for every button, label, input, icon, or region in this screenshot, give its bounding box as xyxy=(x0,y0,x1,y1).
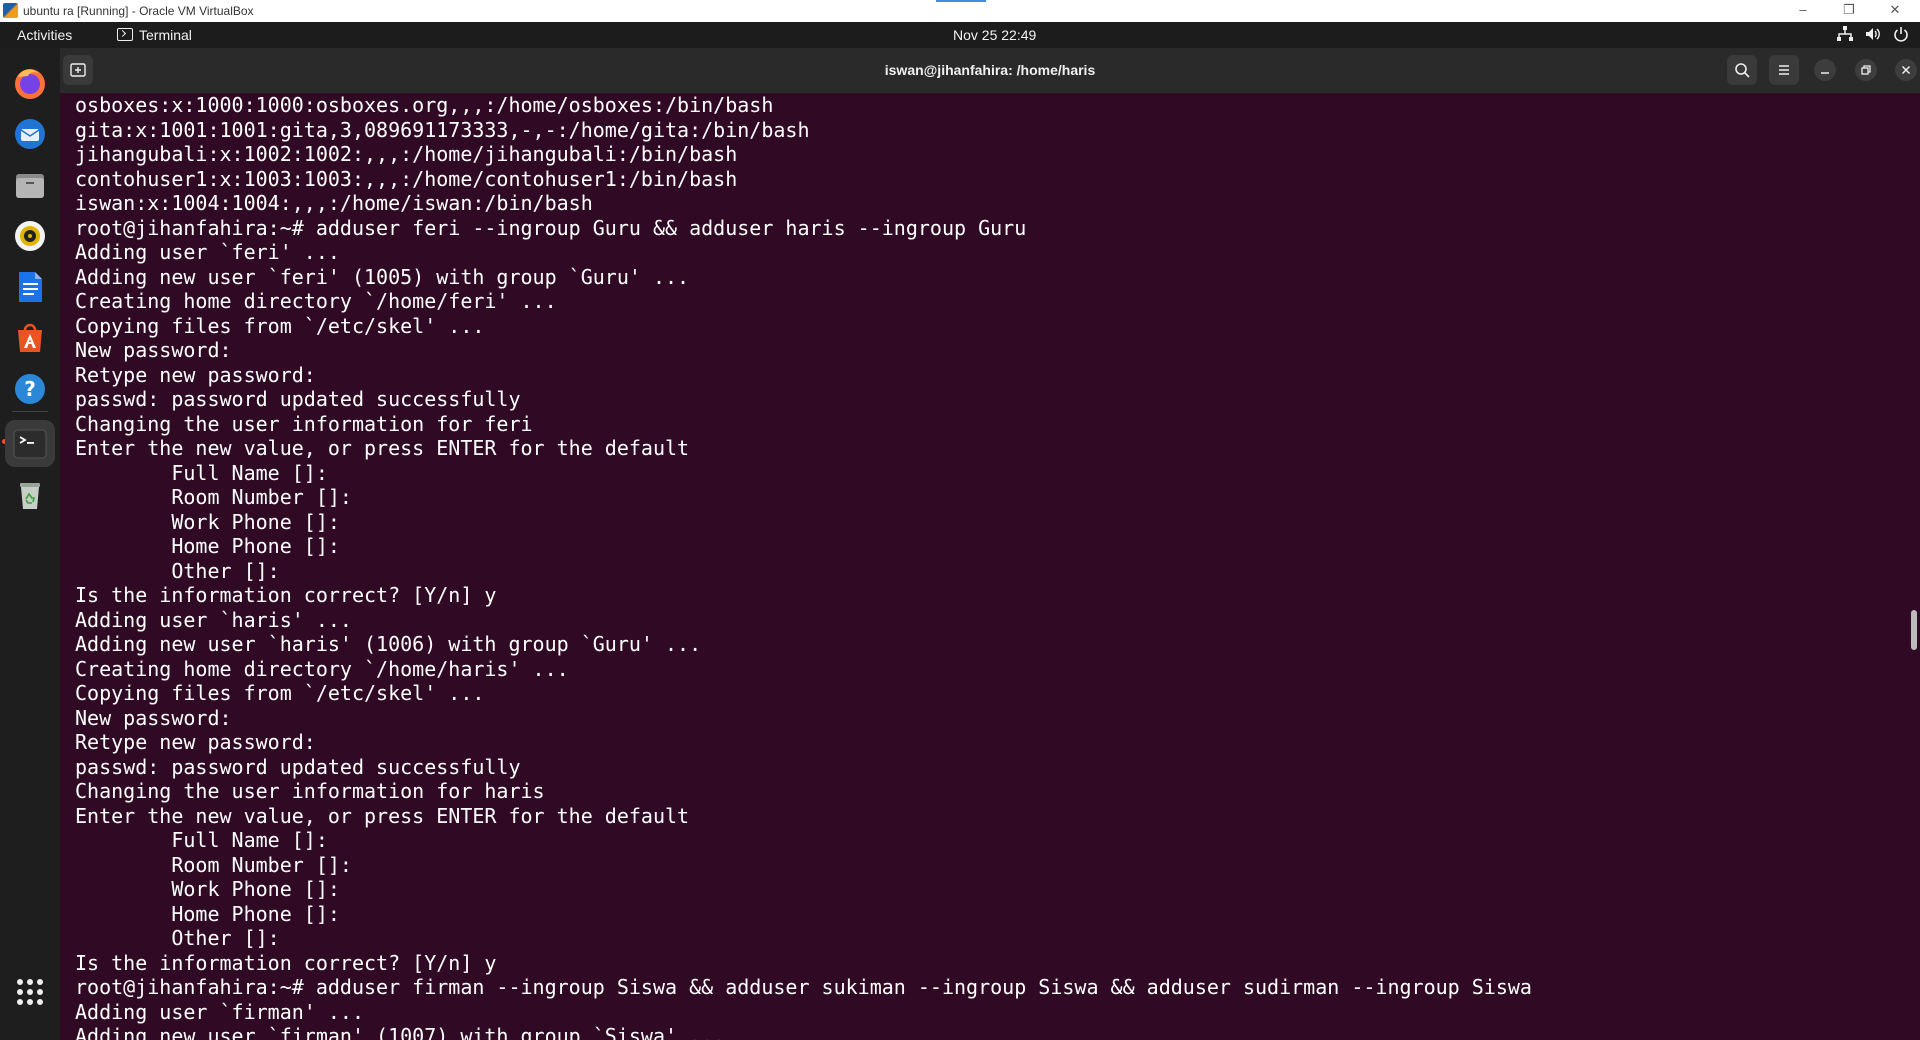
terminal-line: Adding user `haris' ... xyxy=(75,607,352,632)
terminal-line: Changing the user information for haris xyxy=(75,779,545,803)
network-icon xyxy=(1836,25,1854,43)
dock-terminal[interactable] xyxy=(5,420,55,467)
terminal-line: Other []: xyxy=(75,558,280,583)
dock: ? xyxy=(0,48,60,1040)
dock-firefox[interactable] xyxy=(8,61,52,105)
maximize-button[interactable] xyxy=(1855,59,1877,81)
terminal-line: Full Name []: xyxy=(75,828,328,852)
gnome-top-bar: Activities Terminal Nov 25 22:49 xyxy=(0,22,1920,48)
minimize-icon xyxy=(1821,72,1829,74)
dock-files[interactable] xyxy=(8,163,52,207)
search-button[interactable] xyxy=(1727,55,1757,85)
virtualbox-window-title: ubuntu ra [Running] - Oracle VM VirtualB… xyxy=(23,4,254,18)
system-tray[interactable] xyxy=(1836,25,1910,43)
dock-libreoffice-writer[interactable] xyxy=(8,265,52,309)
vbox-close-button[interactable]: ✕ xyxy=(1875,0,1915,22)
terminal-small-icon xyxy=(117,28,133,41)
terminal-line: Other []: xyxy=(75,926,280,950)
show-apps-icon xyxy=(17,979,43,1005)
terminal-line: Full Name []: xyxy=(75,460,328,485)
terminal-line: gita:x:1001:1001:gita,3,089691173333,-,-… xyxy=(75,117,810,142)
virtualbox-indicator xyxy=(936,0,986,2)
terminal-line: Copying files from `/etc/skel' ... xyxy=(75,313,485,338)
terminal-line: Creating home directory `/home/haris' ..… xyxy=(75,656,569,681)
firefox-icon xyxy=(15,69,45,99)
terminal-text: osboxes:x:1000:1000:osboxes.org,,,:/home… xyxy=(75,93,1532,1040)
dock-trash[interactable] xyxy=(8,473,52,517)
power-icon xyxy=(1892,25,1910,43)
close-button[interactable] xyxy=(1895,59,1917,81)
terminal-header-bar: iswan@jihanfahira: /home/haris xyxy=(60,48,1920,93)
terminal-output[interactable]: osboxes:x:1000:1000:osboxes.org,,,:/home… xyxy=(60,93,1920,1040)
terminal-window-title: iswan@jihanfahira: /home/haris xyxy=(884,62,1096,78)
terminal-line: Adding new user `feri' (1005) with group… xyxy=(75,264,690,289)
close-icon xyxy=(1901,65,1911,75)
svg-text:?: ? xyxy=(24,377,36,401)
terminal-line: Room Number []: xyxy=(75,485,352,509)
terminal-line: root@jihanfahira:~# adduser firman --ing… xyxy=(75,975,1532,999)
vbox-restore-button[interactable]: ❐ xyxy=(1829,0,1869,22)
terminal-line: Adding new user `haris' (1006) with grou… xyxy=(75,632,702,656)
terminal-line: Adding user `feri' ... xyxy=(75,240,340,264)
dock-show-apps[interactable] xyxy=(8,970,52,1014)
terminal-line: Enter the new value, or press ENTER for … xyxy=(75,436,690,460)
terminal-line: Home Phone []: xyxy=(75,534,340,558)
terminal-line: Room Number []: xyxy=(75,852,352,877)
vbox-minimize-button[interactable]: – xyxy=(1783,0,1823,22)
terminal-line: Is the information correct? [Y/n] y xyxy=(75,950,497,975)
terminal-line: Is the information correct? [Y/n] y xyxy=(75,583,497,607)
files-icon xyxy=(16,174,44,198)
terminal-line: Adding user `firman' ... xyxy=(75,999,364,1024)
terminal-line: jihangubali:x:1002:1002:,,,:/home/jihang… xyxy=(75,142,738,166)
dock-thunderbird[interactable] xyxy=(8,112,52,156)
help-icon: ? xyxy=(15,374,45,404)
terminal-line: contohuser1:x:1003:1003:,,,:/home/contoh… xyxy=(75,166,738,191)
terminal-line: osboxes:x:1000:1000:osboxes.org,,,:/home… xyxy=(75,93,774,117)
restore-icon xyxy=(1861,65,1871,75)
terminal-line: iswan:x:1004:1004:,,,:/home/iswan:/bin/b… xyxy=(75,191,593,215)
terminal-line: Work Phone []: xyxy=(75,509,340,534)
terminal-line: New password: xyxy=(75,705,232,730)
terminal-line: Changing the user information for feri xyxy=(75,411,533,436)
activities-button[interactable]: Activities xyxy=(17,27,72,43)
terminal-line: Enter the new value, or press ENTER for … xyxy=(75,803,690,828)
terminal-line: Copying files from `/etc/skel' ... xyxy=(75,681,485,705)
dock-app-center[interactable] xyxy=(8,316,52,360)
dock-separator xyxy=(12,411,48,412)
app-menu-button[interactable]: Terminal xyxy=(117,27,192,43)
virtualbox-title-bar: ubuntu ra [Running] - Oracle VM VirtualB… xyxy=(0,0,1920,23)
libreoffice-writer-icon xyxy=(19,272,42,302)
terminal-line: Adding new user `firman' (1007) with gro… xyxy=(75,1024,726,1040)
minimize-button[interactable] xyxy=(1814,59,1836,81)
rhythmbox-icon xyxy=(15,221,45,251)
menu-button[interactable] xyxy=(1769,55,1799,85)
terminal-line: passwd: password updated successfully xyxy=(75,754,521,779)
volume-icon xyxy=(1864,25,1882,43)
terminal-icon xyxy=(13,429,47,459)
app-menu-label: Terminal xyxy=(139,27,192,43)
virtualbox-icon xyxy=(3,3,18,18)
thunderbird-icon xyxy=(15,119,45,149)
terminal-line: Retype new password: xyxy=(75,362,316,387)
terminal-line: Retype new password: xyxy=(75,730,316,754)
clock[interactable]: Nov 25 22:49 xyxy=(953,27,1036,43)
trash-icon xyxy=(20,483,40,509)
terminal-line: passwd: password updated successfully xyxy=(75,387,521,411)
terminal-line: root@jihanfahira:~# adduser feri --ingro… xyxy=(75,215,1027,240)
terminal-line: Work Phone []: xyxy=(75,877,340,901)
search-icon xyxy=(1735,63,1750,78)
terminal-line: Creating home directory `/home/feri' ... xyxy=(75,289,557,313)
dock-help[interactable]: ? xyxy=(8,367,52,411)
scrollbar-thumb[interactable] xyxy=(1911,610,1917,650)
hamburger-menu-icon xyxy=(1779,65,1789,75)
terminal-line: New password: xyxy=(75,338,232,362)
app-center-icon xyxy=(18,323,42,352)
dock-rhythmbox[interactable] xyxy=(8,214,52,258)
terminal-line: Home Phone []: xyxy=(75,901,340,926)
